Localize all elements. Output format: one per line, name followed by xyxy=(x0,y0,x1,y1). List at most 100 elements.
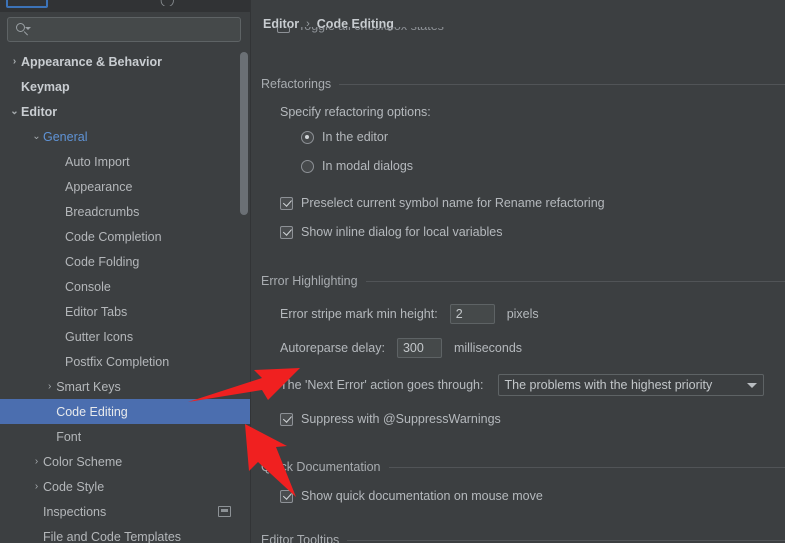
sidebar-item-color-scheme[interactable]: › Color Scheme xyxy=(0,449,251,474)
section-refactorings: Refactorings xyxy=(261,77,785,91)
checkbox-show-inline-dialog[interactable]: Show inline dialog for local variables xyxy=(280,225,503,239)
sidebar-item-gutter-icons[interactable]: Gutter Icons xyxy=(0,324,251,349)
sidebar-item-appearance[interactable]: Appearance xyxy=(0,174,251,199)
sidebar-item-label: Gutter Icons xyxy=(65,329,134,344)
sidebar-item-label: Appearance & Behavior xyxy=(21,54,163,69)
error-stripe-min-height-row: Error stripe mark min height: 2 pixels xyxy=(280,304,539,324)
section-divider xyxy=(347,539,785,541)
radio-in-the-editor[interactable]: In the editor xyxy=(301,130,388,144)
sidebar-item-editor-tabs[interactable]: Editor Tabs xyxy=(0,299,251,324)
checkbox-icon-checked[interactable] xyxy=(280,225,293,239)
sidebar-item-label: Color Scheme xyxy=(43,454,123,469)
section-error-highlighting: Error Highlighting xyxy=(261,274,785,288)
next-error-action-row: The 'Next Error' action goes through: Th… xyxy=(280,374,764,396)
sidebar-item-postfix-completion[interactable]: Postfix Completion xyxy=(0,349,251,374)
sidebar-scrollbar-thumb[interactable] xyxy=(240,52,248,215)
error-stripe-min-height-input[interactable]: 2 xyxy=(449,304,495,324)
section-divider xyxy=(339,83,785,85)
clipped-toolbar-button[interactable] xyxy=(6,0,48,8)
sidebar-item-label: Breadcrumbs xyxy=(65,204,140,219)
sidebar-item-breadcrumbs[interactable]: Breadcrumbs xyxy=(0,199,251,224)
checkbox-preselect-symbol-name[interactable]: Preselect current symbol name for Rename… xyxy=(280,196,605,210)
section-refactorings-title: Refactorings xyxy=(261,77,332,91)
checkbox-preselect-symbol-name-label: Preselect current symbol name for Rename… xyxy=(301,196,605,210)
checkbox-icon-checked[interactable] xyxy=(280,196,293,210)
chevron-down-icon xyxy=(746,382,757,388)
specify-refactoring-options-label: Specify refactoring options: xyxy=(280,105,431,119)
section-error-highlighting-title: Error Highlighting xyxy=(261,274,358,288)
chevron-down-icon[interactable]: ⌄ xyxy=(30,131,43,142)
checkbox-icon-checked[interactable] xyxy=(280,489,293,503)
sidebar-item-console[interactable]: Console xyxy=(0,274,251,299)
sidebar-item-label: General xyxy=(43,129,88,144)
sidebar-item-keymap[interactable]: Keymap xyxy=(0,74,251,99)
sidebar-item-label: Editor Tabs xyxy=(65,304,128,319)
autoreparse-delay-row: Autoreparse delay: 300 milliseconds xyxy=(280,338,522,358)
sidebar-item-label: Code Completion xyxy=(65,229,162,244)
sidebar-item-appearance-behavior[interactable]: › Appearance & Behavior xyxy=(0,49,251,74)
sidebar-item-smart-keys[interactable]: › Smart Keys xyxy=(0,374,251,399)
sidebar-item-label: Code Folding xyxy=(65,254,140,269)
settings-sidebar: ◯ ›Appearance & BehaviorKeymap⌄Editor⌄Ge… xyxy=(0,0,251,543)
next-error-action-dropdown[interactable]: The problems with the highest priority xyxy=(497,374,764,396)
next-error-action-label: The 'Next Error' action goes through: xyxy=(280,378,484,392)
sidebar-item-label: Code Editing xyxy=(56,404,128,419)
chevron-right-icon[interactable]: › xyxy=(30,481,43,492)
settings-content-pane: Editor › Code Editing Toggle all checkbo… xyxy=(251,0,785,543)
checkbox-suppress-with-suppresswarnings-label: Suppress with @SuppressWarnings xyxy=(301,412,501,426)
chevron-right-icon[interactable]: › xyxy=(43,381,56,392)
radio-in-modal-dialogs[interactable]: In modal dialogs xyxy=(301,159,413,173)
sidebar-item-label: Console xyxy=(65,279,111,294)
section-divider xyxy=(365,280,785,282)
sidebar-scrollbar[interactable] xyxy=(239,49,249,543)
checkbox-suppress-with-suppresswarnings[interactable]: Suppress with @SuppressWarnings xyxy=(280,412,501,426)
sidebar-item-code-style[interactable]: › Code Style xyxy=(0,474,251,499)
section-quick-documentation: Quick Documentation xyxy=(261,460,785,474)
chevron-right-icon[interactable]: › xyxy=(30,456,43,467)
sidebar-item-code-editing[interactable]: Code Editing xyxy=(0,399,251,424)
settings-tree[interactable]: › Appearance & Behavior Keymap ⌄ Editor ⌄ Gene… xyxy=(0,49,251,543)
sidebar-item-code-completion[interactable]: Code Completion xyxy=(0,224,251,249)
checkbox-icon-checked[interactable] xyxy=(280,412,293,426)
checkbox-show-quick-documentation-label: Show quick documentation on mouse move xyxy=(301,489,543,503)
sidebar-item-label: Postfix Completion xyxy=(65,354,170,369)
settings-dialog: ◯ ›Appearance & BehaviorKeymap⌄Editor⌄Ge… xyxy=(0,0,785,543)
autoreparse-delay-label: Autoreparse delay: xyxy=(280,341,385,355)
label-text: Specify refactoring options: xyxy=(280,105,431,119)
section-editor-tooltips-title: Editor Tooltips xyxy=(261,533,340,543)
sidebar-item-file-and-code-templates[interactable]: File and Code Templates xyxy=(0,524,251,543)
checkbox-show-inline-dialog-label: Show inline dialog for local variables xyxy=(301,225,503,239)
sidebar-item-label: Keymap xyxy=(21,79,70,94)
sidebar-item-font[interactable]: Font xyxy=(0,424,251,449)
clipped-option-row: Toggle all checkbox states xyxy=(277,27,487,38)
sidebar-item-label: Auto Import xyxy=(65,154,130,169)
sidebar-item-code-folding[interactable]: Code Folding xyxy=(0,249,251,274)
sidebar-item-label: File and Code Templates xyxy=(43,529,182,543)
sidebar-item-label: Editor xyxy=(21,104,58,119)
section-divider xyxy=(388,466,785,468)
error-stripe-min-height-unit: pixels xyxy=(506,307,539,321)
autoreparse-delay-input[interactable]: 300 xyxy=(396,338,442,358)
sidebar-item-general[interactable]: ⌄ General xyxy=(0,124,251,149)
checkbox-show-quick-documentation[interactable]: Show quick documentation on mouse move xyxy=(280,489,543,503)
radio-in-the-editor-label: In the editor xyxy=(322,130,389,144)
chevron-down-icon[interactable]: ⌄ xyxy=(8,106,21,117)
sidebar-item-auto-import[interactable]: Auto Import xyxy=(0,149,251,174)
autoreparse-delay-value: 300 xyxy=(402,341,424,355)
autoreparse-delay-unit: milliseconds xyxy=(453,341,523,355)
clipped-option-label: Toggle all checkbox states xyxy=(298,27,444,33)
scope-box-icon[interactable] xyxy=(218,506,231,517)
chevron-right-icon[interactable]: › xyxy=(8,56,21,67)
search-input[interactable] xyxy=(7,17,241,42)
sidebar-item-label: Inspections xyxy=(43,504,107,519)
section-quick-documentation-title: Quick Documentation xyxy=(261,460,381,474)
section-editor-tooltips: Editor Tooltips xyxy=(261,533,785,543)
radio-icon-unselected[interactable] xyxy=(301,159,314,173)
clipped-checkbox[interactable] xyxy=(277,27,290,33)
radio-icon-selected[interactable] xyxy=(301,130,314,144)
sidebar-item-editor[interactable]: ⌄ Editor xyxy=(0,99,251,124)
sidebar-item-label: Smart Keys xyxy=(56,379,121,394)
error-stripe-min-height-label: Error stripe mark min height: xyxy=(280,307,438,321)
sidebar-item-inspections[interactable]: Inspections xyxy=(0,499,251,524)
radio-in-modal-dialogs-label: In modal dialogs xyxy=(322,159,414,173)
